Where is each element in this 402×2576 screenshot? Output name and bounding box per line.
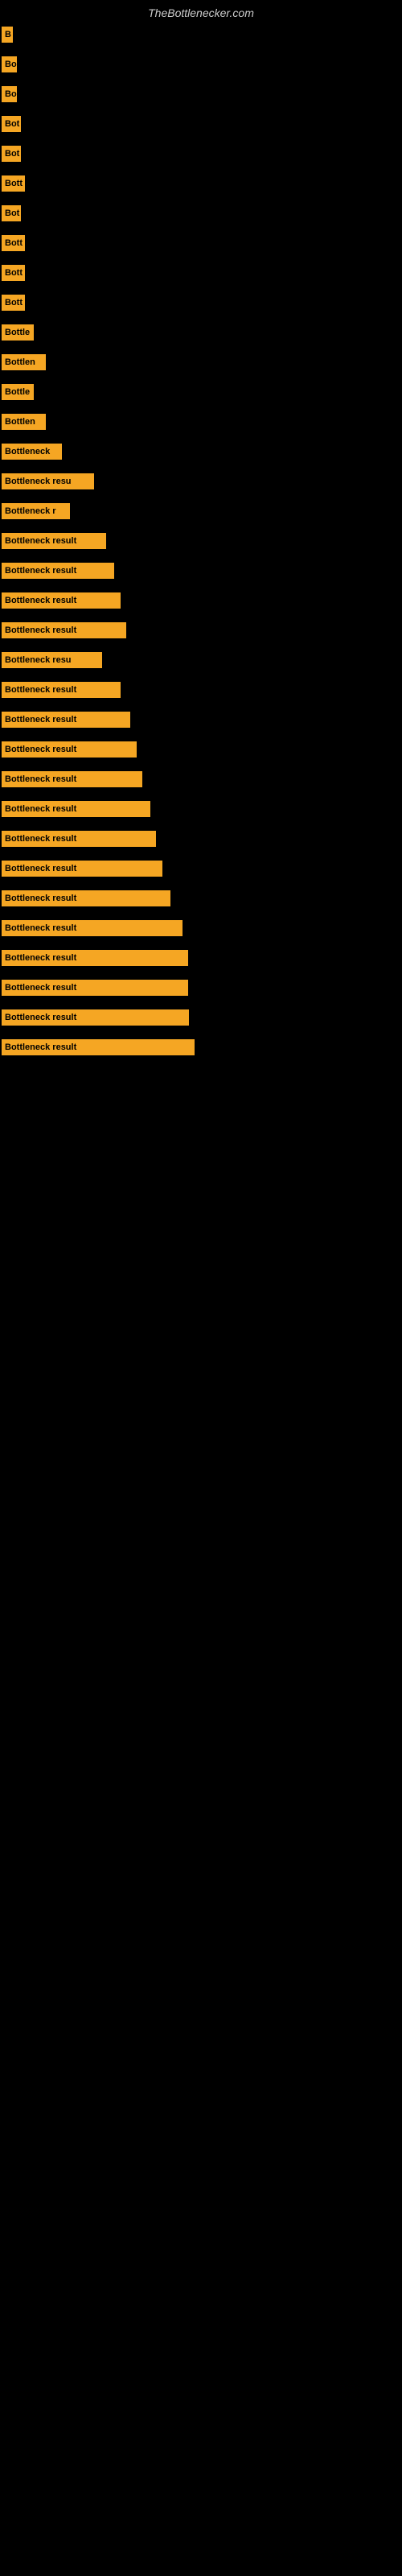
bar-row: B	[0, 23, 402, 51]
bar-row: Bottleneck resu	[0, 469, 402, 497]
bar-label: Bot	[2, 146, 21, 162]
bar-label: Bot	[2, 116, 21, 132]
bar-row: Bott	[0, 261, 402, 289]
bar-label: Bottleneck result	[2, 592, 121, 609]
bar-row: Bottleneck result	[0, 976, 402, 1004]
bar-row: Bot	[0, 112, 402, 140]
bar-label: Bottleneck result	[2, 801, 150, 817]
bar-row: Bottlen	[0, 350, 402, 378]
bar-label: Bottleneck result	[2, 741, 137, 758]
bar-row: Bottleneck result	[0, 767, 402, 795]
bar-row: Bottleneck result	[0, 916, 402, 944]
bar-row: Bottleneck result	[0, 946, 402, 974]
bar-row: Bot	[0, 142, 402, 170]
bar-label: Bott	[2, 295, 25, 311]
site-title: TheBottlenecker.com	[0, 0, 402, 23]
bar-row: Bottlen	[0, 410, 402, 438]
bar-label: Bo	[2, 86, 17, 102]
bar-label: Bottleneck result	[2, 1039, 195, 1055]
bar-row: Bott	[0, 291, 402, 319]
bar-label: B	[2, 27, 13, 43]
bar-row: Bottleneck result	[0, 559, 402, 587]
bar-row: Bo	[0, 82, 402, 110]
bar-row: Bottleneck result	[0, 797, 402, 825]
bar-label: Bottleneck resu	[2, 473, 94, 489]
bar-label: Bottleneck result	[2, 890, 170, 906]
bar-row: Bottleneck result	[0, 886, 402, 914]
bar-label: Bottleneck result	[2, 771, 142, 787]
bar-label: Bottleneck result	[2, 533, 106, 549]
bar-label: Bottle	[2, 324, 34, 341]
bar-label: Bottleneck r	[2, 503, 70, 519]
bar-label: Bo	[2, 56, 17, 72]
bar-label: Bottleneck result	[2, 920, 183, 936]
bar-label: Bottleneck resu	[2, 652, 102, 668]
bar-label: Bot	[2, 205, 21, 221]
bar-row: Bott	[0, 171, 402, 200]
bar-label: Bottleneck result	[2, 980, 188, 996]
bar-row: Bottle	[0, 380, 402, 408]
bar-row: Bottleneck result	[0, 708, 402, 736]
bar-label: Bott	[2, 175, 25, 192]
bar-row: Bot	[0, 201, 402, 229]
bar-row: Bottleneck result	[0, 588, 402, 617]
bar-label: Bott	[2, 265, 25, 281]
bar-label: Bottleneck result	[2, 831, 156, 847]
bar-label: Bottleneck result	[2, 563, 114, 579]
bar-row: Bottleneck result	[0, 827, 402, 855]
bar-row: Bottle	[0, 320, 402, 349]
bar-label: Bottleneck	[2, 444, 62, 460]
bar-label: Bottle	[2, 384, 34, 400]
bar-row: Bottleneck result	[0, 618, 402, 646]
bar-label: Bottleneck result	[2, 712, 130, 728]
bar-row: Bottleneck resu	[0, 648, 402, 676]
bar-label: Bottlen	[2, 414, 46, 430]
bar-label: Bottleneck result	[2, 861, 162, 877]
bar-row: Bottleneck result	[0, 678, 402, 706]
bar-row: Bottleneck result	[0, 857, 402, 885]
bar-label: Bott	[2, 235, 25, 251]
bar-label: Bottlen	[2, 354, 46, 370]
bar-row: Bottleneck result	[0, 737, 402, 766]
bar-row: Bottleneck	[0, 440, 402, 468]
bar-label: Bottleneck result	[2, 1009, 189, 1026]
bar-label: Bottleneck result	[2, 622, 126, 638]
bar-label: Bottleneck result	[2, 950, 188, 966]
bar-row: Bottleneck result	[0, 1005, 402, 1034]
bar-row: Bo	[0, 52, 402, 80]
bar-row: Bottleneck r	[0, 499, 402, 527]
bar-row: Bott	[0, 231, 402, 259]
bar-row: Bottleneck result	[0, 529, 402, 557]
bar-row: Bottleneck result	[0, 1035, 402, 1063]
bar-label: Bottleneck result	[2, 682, 121, 698]
